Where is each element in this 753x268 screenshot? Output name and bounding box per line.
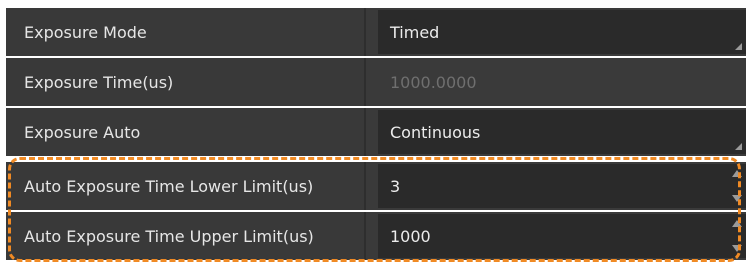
property-label: Exposure Mode <box>6 8 366 56</box>
spin-up-icon[interactable] <box>732 220 742 227</box>
exposure-auto-dropdown[interactable]: Continuous <box>378 110 746 154</box>
property-label: Auto Exposure Time Lower Limit(us) <box>6 162 366 210</box>
property-label: Exposure Auto <box>6 108 366 156</box>
field-value: 1000.0000 <box>390 72 477 92</box>
lower-limit-spinner[interactable]: 3 <box>378 164 746 208</box>
dropdown-corner-icon <box>735 143 742 150</box>
exposure-mode-dropdown[interactable]: Timed <box>378 10 746 54</box>
exposure-properties-panel: Exposure Mode Timed Exposure Time(us) 10… <box>0 0 753 268</box>
property-label: Auto Exposure Time Upper Limit(us) <box>6 212 366 260</box>
spinner-value: 1000 <box>390 226 431 246</box>
spinner-arrows <box>732 170 742 202</box>
exposure-time-field: 1000.0000 <box>378 60 746 104</box>
dropdown-value: Timed <box>390 22 440 42</box>
property-row-exposure-time: Exposure Time(us) 1000.0000 <box>6 58 746 106</box>
property-row-auto-exposure-upper-limit: Auto Exposure Time Upper Limit(us) 1000 <box>6 212 746 260</box>
spin-down-icon[interactable] <box>732 245 742 252</box>
spinner-arrows <box>732 220 742 252</box>
dropdown-value: Continuous <box>390 122 481 142</box>
property-row-exposure-auto: Exposure Auto Continuous <box>6 108 746 156</box>
property-row-auto-exposure-lower-limit: Auto Exposure Time Lower Limit(us) 3 <box>6 162 746 210</box>
upper-limit-spinner[interactable]: 1000 <box>378 214 746 258</box>
spin-down-icon[interactable] <box>732 195 742 202</box>
dropdown-corner-icon <box>735 43 742 50</box>
spinner-value: 3 <box>390 176 401 196</box>
property-row-exposure-mode: Exposure Mode Timed <box>6 8 746 56</box>
property-label: Exposure Time(us) <box>6 58 366 106</box>
spin-up-icon[interactable] <box>732 170 742 177</box>
